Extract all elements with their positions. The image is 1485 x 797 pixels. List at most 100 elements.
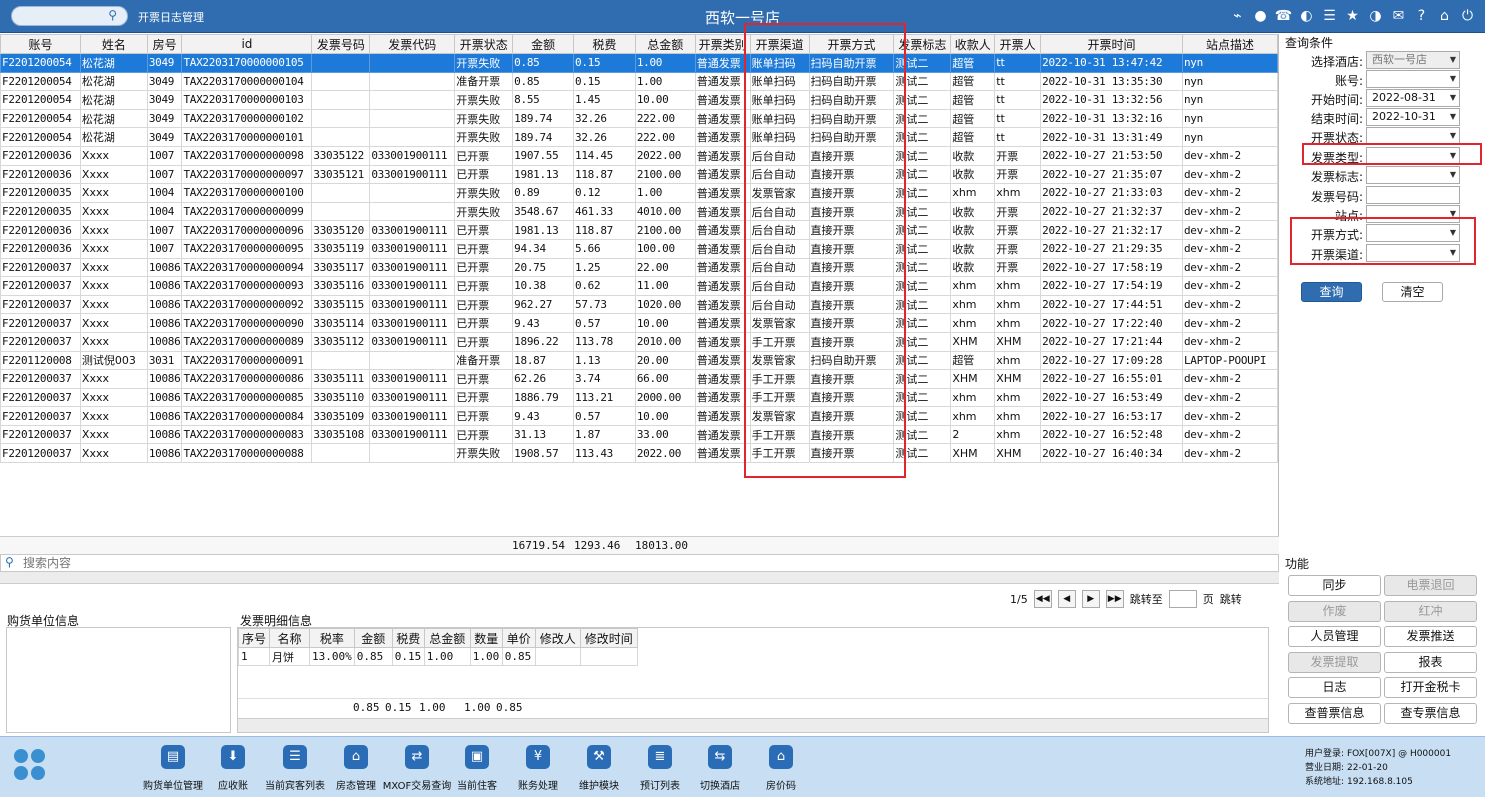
dropdown-arrow-icon[interactable]: ▼ xyxy=(1450,90,1456,106)
search-button[interactable]: 查询 xyxy=(1301,282,1362,302)
column-header[interactable]: 发票标志 xyxy=(893,34,952,54)
dropdown-arrow-icon[interactable]: ▼ xyxy=(1450,109,1456,125)
filter-field[interactable] xyxy=(1366,186,1460,204)
table-row[interactable]: F2201200037 Xxxx 10086 TAX2203170000000093 3… xyxy=(0,276,1278,296)
grid-horizontal-scrollbar[interactable] xyxy=(0,572,1279,584)
function-button[interactable]: 日志 xyxy=(1288,677,1381,699)
dropdown-arrow-icon[interactable]: ▼ xyxy=(1450,128,1456,144)
table-row[interactable]: F2201200037 Xxxx 10086 TAX2203170000000085 3… xyxy=(0,387,1278,408)
table-row[interactable]: F2201200036 Xxxx 1007 TAX2203170000000095 33… xyxy=(0,238,1278,259)
home-icon[interactable]: ⌂ xyxy=(1433,7,1456,25)
filter-field[interactable]: ▼ xyxy=(1366,205,1460,223)
dropdown-arrow-icon[interactable]: ▼ xyxy=(1450,225,1456,241)
column-header[interactable]: 税费 xyxy=(573,34,636,54)
detail-column-header[interactable]: 税率 xyxy=(309,628,355,648)
table-row[interactable]: F2201200036 Xxxx 1007 TAX2203170000000097 33… xyxy=(0,164,1278,185)
detail-column-header[interactable]: 单价 xyxy=(501,628,536,648)
filter-field[interactable]: ▼ xyxy=(1366,70,1460,88)
function-button[interactable]: 人员管理 xyxy=(1288,626,1381,648)
filter-field[interactable]: ▼ xyxy=(1366,224,1460,242)
jump-page-input[interactable] xyxy=(1168,590,1197,608)
table-row[interactable]: F2201200037 Xxxx 10086 TAX2203170000000088 开… xyxy=(0,443,1278,464)
dropdown-arrow-icon[interactable]: ▼ xyxy=(1450,167,1456,183)
column-header[interactable]: 开票方式 xyxy=(808,34,895,54)
column-header[interactable]: 收款人 xyxy=(950,34,996,54)
power-icon[interactable]: ⏻ xyxy=(1456,7,1479,25)
dropdown-arrow-icon[interactable]: ▼ xyxy=(1450,245,1456,261)
mail-icon[interactable]: ✉ xyxy=(1387,7,1410,25)
table-row[interactable]: F2201200037 Xxxx 10086 TAX2203170000000089 3… xyxy=(0,331,1278,352)
prev-page-button[interactable]: ◀ xyxy=(1057,590,1076,608)
detail-column-header[interactable]: 修改时间 xyxy=(579,628,638,648)
global-search-box[interactable]: ⚲ xyxy=(11,6,128,26)
function-button[interactable]: 打开金税卡 xyxy=(1384,677,1477,699)
detail-row[interactable]: 1 月饼 13.00% 0.85 0.15 1.00 1.00 0.85 xyxy=(238,647,638,666)
column-header[interactable]: 开票渠道 xyxy=(749,34,810,54)
detail-column-header[interactable]: 金额 xyxy=(353,628,393,648)
column-header[interactable]: 房号 xyxy=(146,34,183,54)
column-header[interactable]: 发票代码 xyxy=(369,34,456,54)
detail-column-header[interactable]: 名称 xyxy=(269,628,310,648)
column-header[interactable]: 账号 xyxy=(0,34,81,54)
table-row[interactable]: F2201200037 Xxxx 10086 TAX2203170000000086 3… xyxy=(0,369,1278,389)
table-row[interactable]: F2201200035 Xxxx 1004 TAX2203170000000100 开票… xyxy=(0,183,1278,203)
detail-column-header[interactable]: 修改人 xyxy=(534,628,581,648)
table-row[interactable]: F2201200054 松花湖 3049 TAX2203170000000102 开票失… xyxy=(0,108,1278,129)
palette-icon[interactable]: ◐ xyxy=(1295,7,1318,25)
detail-column-header[interactable]: 税费 xyxy=(391,628,425,648)
table-row[interactable]: F2201200054 松花湖 3049 TAX2203170000000101 开票失… xyxy=(0,127,1278,147)
table-row[interactable]: F2201200036 Xxxx 1007 TAX2203170000000098 33… xyxy=(0,145,1278,166)
column-header[interactable]: 总金额 xyxy=(634,34,696,54)
detail-horizontal-scrollbar[interactable] xyxy=(238,718,1268,732)
last-page-button[interactable]: ▶▶ xyxy=(1105,590,1124,608)
phone-icon[interactable]: ☎ xyxy=(1272,7,1295,25)
table-row[interactable]: F2201200037 Xxxx 10086 TAX2203170000000094 3… xyxy=(0,257,1278,278)
jump-button[interactable]: 跳转 xyxy=(1220,591,1242,607)
function-button[interactable]: 同步 xyxy=(1288,575,1381,596)
column-header[interactable]: 开票人 xyxy=(994,34,1042,54)
column-header[interactable]: 站点描述 xyxy=(1181,34,1278,54)
filter-field[interactable]: ▼ xyxy=(1366,147,1460,165)
function-button[interactable]: 发票推送 xyxy=(1384,626,1477,648)
table-row[interactable]: F2201120008 测试倪003 3031 TAX2203170000000091… xyxy=(0,350,1278,371)
table-row[interactable]: F2201200037 Xxxx 10086 TAX2203170000000083 3… xyxy=(0,424,1278,445)
dropdown-arrow-icon[interactable]: ▼ xyxy=(1450,52,1456,68)
wifi-icon[interactable]: ⌁ xyxy=(1226,7,1249,25)
help-icon[interactable]: ? xyxy=(1410,7,1433,25)
table-row[interactable]: F2201200054 松花湖 3049 TAX2203170000000103 开票失… xyxy=(0,90,1278,110)
table-row[interactable]: F2201200054 松花湖 3049 TAX2203170000000105 开票失… xyxy=(0,53,1278,73)
detail-column-header[interactable]: 序号 xyxy=(238,628,270,648)
column-header[interactable]: 金额 xyxy=(512,34,575,54)
table-row[interactable]: F2201200037 Xxxx 10086 TAX2203170000000092 3… xyxy=(0,294,1278,315)
menu-icon[interactable]: ☰ xyxy=(1318,7,1341,25)
chat-icon[interactable]: ● xyxy=(1249,7,1272,25)
table-row[interactable]: F2201200035 Xxxx 1004 TAX2203170000000099 开票… xyxy=(0,201,1278,222)
function-button[interactable]: 报表 xyxy=(1384,651,1477,673)
first-page-button[interactable]: ◀◀ xyxy=(1033,590,1052,608)
column-header[interactable]: 开票时间 xyxy=(1040,34,1183,54)
table-row[interactable]: F2201200037 Xxxx 10086 TAX2203170000000084 3… xyxy=(0,406,1278,426)
filter-field[interactable]: ▼ xyxy=(1366,244,1460,262)
column-header[interactable]: 开票状态 xyxy=(454,34,514,54)
grid-search-input[interactable] xyxy=(23,556,623,570)
filter-field[interactable]: 2022-08-31 ▼ xyxy=(1366,89,1460,107)
detail-column-header[interactable]: 总金额 xyxy=(423,628,471,648)
function-button[interactable]: 查专票信息 xyxy=(1384,703,1477,724)
table-row[interactable]: F2201200036 Xxxx 1007 TAX2203170000000096 33… xyxy=(0,220,1278,240)
function-button[interactable]: 发票提取 xyxy=(1288,651,1381,673)
function-button[interactable]: 红冲 xyxy=(1384,600,1477,622)
column-header[interactable]: 发票号码 xyxy=(311,34,371,54)
filter-field[interactable]: ▼ xyxy=(1366,166,1460,184)
function-button[interactable]: 查普票信息 xyxy=(1288,703,1381,724)
function-button[interactable]: 电票退回 xyxy=(1384,575,1477,596)
filter-field[interactable]: 西软一号店 ▼ xyxy=(1366,51,1460,69)
dropdown-arrow-icon[interactable]: ▼ xyxy=(1450,148,1456,164)
toolbar-button[interactable]: ⌂ 房价码 xyxy=(745,745,817,792)
table-row[interactable]: F2201200054 松花湖 3049 TAX2203170000000104 准备开… xyxy=(0,71,1278,92)
column-header[interactable]: id xyxy=(181,34,313,54)
star-icon[interactable]: ★ xyxy=(1341,7,1364,25)
table-row[interactable]: F2201200037 Xxxx 10086 TAX2203170000000090 3… xyxy=(0,313,1278,333)
filter-field[interactable]: 2022-10-31 ▼ xyxy=(1366,108,1460,126)
dropdown-arrow-icon[interactable]: ▼ xyxy=(1450,71,1456,87)
clear-button[interactable]: 清空 xyxy=(1382,282,1443,302)
